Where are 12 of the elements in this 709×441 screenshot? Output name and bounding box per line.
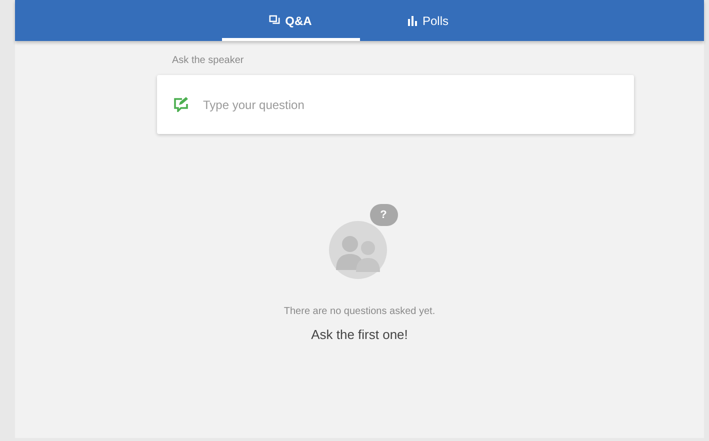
people-illustration bbox=[328, 218, 390, 280]
section-label: Ask the speaker bbox=[172, 54, 245, 68]
empty-message: There are no questions asked yet. bbox=[284, 305, 436, 319]
tab[interactable]: Polls bbox=[360, 3, 498, 41]
call-to-action: Ask the first one! bbox=[311, 326, 408, 344]
question-field[interactable]: Type your question bbox=[203, 96, 618, 114]
question-input[interactable]: Type your question bbox=[157, 75, 634, 134]
edit-icon bbox=[173, 97, 189, 112]
chat-icon bbox=[269, 15, 280, 26]
bar-chart-icon bbox=[408, 16, 418, 26]
tab[interactable]: Q&A bbox=[222, 3, 360, 41]
question-bubble: ? bbox=[370, 204, 398, 226]
